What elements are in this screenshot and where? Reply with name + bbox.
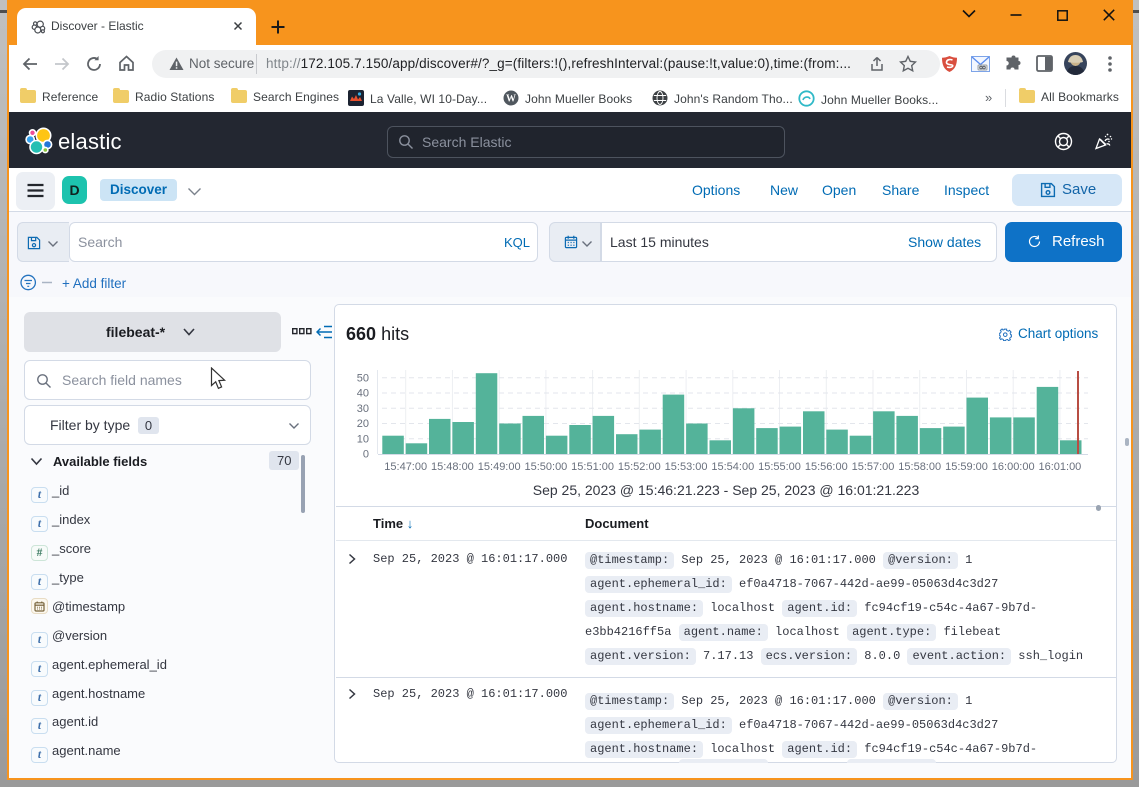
svg-text:15:47:00: 15:47:00 <box>384 461 427 473</box>
svg-text:20: 20 <box>357 418 369 430</box>
svg-text:0: 0 <box>363 449 369 461</box>
svg-text:15:59:00: 15:59:00 <box>945 461 988 473</box>
svg-text:15:55:00: 15:55:00 <box>758 461 801 473</box>
svg-text:15:51:00: 15:51:00 <box>571 461 614 473</box>
svg-text:50: 50 <box>357 372 369 384</box>
svg-text:15:50:00: 15:50:00 <box>524 461 567 473</box>
svg-text:15:56:00: 15:56:00 <box>805 461 848 473</box>
svg-text:15:58:00: 15:58:00 <box>898 461 941 473</box>
svg-text:16:00:00: 16:00:00 <box>992 461 1035 473</box>
svg-text:15:52:00: 15:52:00 <box>618 461 661 473</box>
svg-text:10: 10 <box>357 433 369 445</box>
svg-text:15:57:00: 15:57:00 <box>852 461 895 473</box>
svg-text:40: 40 <box>357 388 369 400</box>
svg-text:15:48:00: 15:48:00 <box>431 461 474 473</box>
svg-text:30: 30 <box>357 403 369 415</box>
svg-text:15:54:00: 15:54:00 <box>711 461 754 473</box>
svg-text:15:53:00: 15:53:00 <box>665 461 708 473</box>
svg-text:W: W <box>506 94 516 105</box>
svg-text:16:01:00: 16:01:00 <box>1038 461 1081 473</box>
svg-text:15:49:00: 15:49:00 <box>478 461 521 473</box>
